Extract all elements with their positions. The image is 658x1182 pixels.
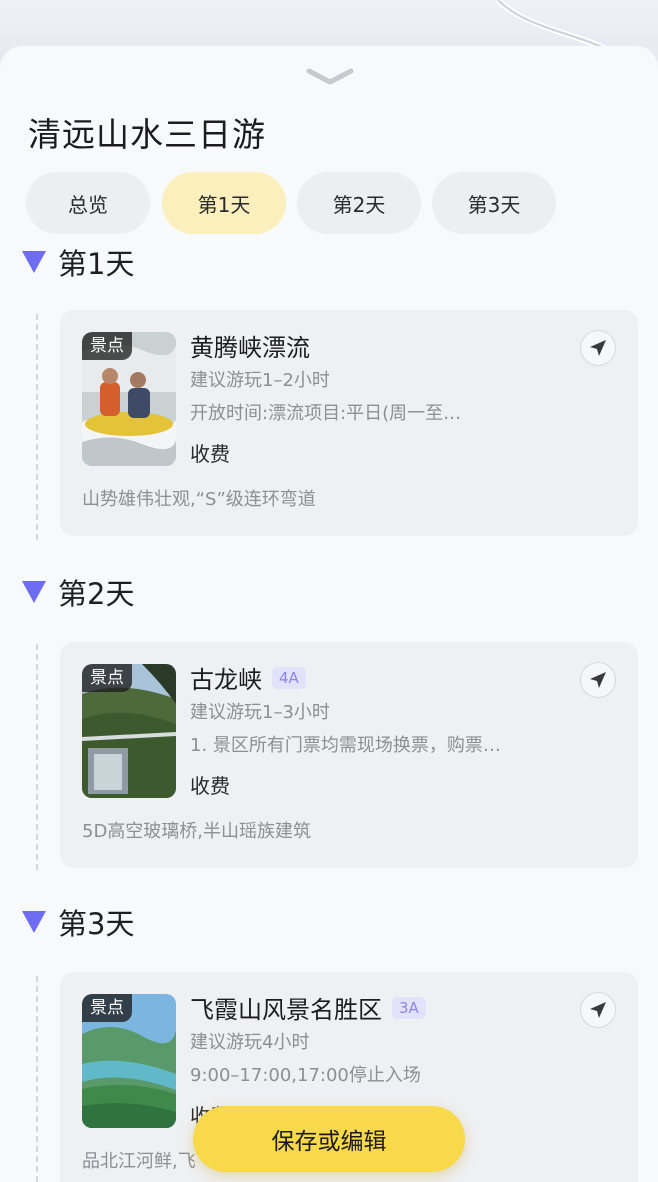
triangle-down-icon	[22, 911, 46, 933]
navigate-icon	[590, 672, 606, 688]
suggested-duration: 建议游玩1–3小时	[190, 702, 330, 723]
navigate-button[interactable]	[580, 330, 616, 366]
navigate-icon	[590, 1002, 606, 1018]
spot-type-badge: 景点	[82, 994, 132, 1022]
scenic-level-badge: 4A	[272, 666, 306, 689]
spot-type-badge: 景点	[82, 664, 132, 692]
navigate-button[interactable]	[580, 662, 616, 698]
spot-name[interactable]: 飞霞山风景名胜区 3A	[190, 990, 426, 1025]
spot-description: 山势雄伟壮观,“S”级连环弯道	[82, 489, 316, 510]
spot-card[interactable]: 景点 黄腾峡漂流 建议游玩1–2小时 开放时间:漂流项目:平日(周一至… 收费 …	[60, 310, 638, 536]
day-label: 第3天	[58, 907, 135, 941]
spot-name-text: 黄腾峡漂流	[190, 334, 310, 362]
day-label: 第1天	[58, 247, 135, 281]
spot-photo: 景点	[82, 664, 176, 798]
day-label: 第2天	[58, 577, 135, 611]
triangle-down-icon	[22, 581, 46, 603]
opening-hours: 9:00–17:00,17:00停止入场	[190, 1065, 421, 1086]
spot-description: 品北江河鲜,飞	[82, 1151, 196, 1172]
spot-type-badge: 景点	[82, 332, 132, 360]
opening-hours: 1. 景区所有门票均需现场换票，购票后…	[190, 735, 510, 756]
spot-photo: 景点	[82, 994, 176, 1128]
triangle-down-icon	[22, 251, 46, 273]
timeline-line	[36, 976, 38, 1182]
suggested-duration: 建议游玩1–2小时	[190, 370, 330, 391]
fee-status: 收费	[190, 442, 230, 466]
day-header-1: 第1天	[22, 242, 134, 282]
timeline-line	[36, 314, 38, 540]
save-or-edit-button[interactable]: 保存或编辑	[193, 1106, 465, 1172]
navigate-button[interactable]	[580, 992, 616, 1028]
tab-day-1[interactable]: 第1天	[162, 172, 286, 234]
tab-overview[interactable]: 总览	[26, 172, 150, 234]
scenic-level-badge: 3A	[392, 996, 426, 1019]
trip-title: 清远山水三日游	[28, 115, 266, 154]
opening-hours: 开放时间:漂流项目:平日(周一至…	[190, 403, 462, 424]
tab-day-2[interactable]: 第2天	[297, 172, 421, 234]
spot-name-text: 古龙峡	[190, 666, 262, 694]
chevron-down-icon	[306, 68, 354, 85]
collapse-handle[interactable]	[305, 66, 355, 88]
suggested-duration: 建议游玩4小时	[190, 1032, 310, 1053]
spot-photo: 景点	[82, 332, 176, 466]
spot-name[interactable]: 黄腾峡漂流	[190, 328, 310, 363]
fee-status: 收费	[190, 774, 230, 798]
spot-name-text: 飞霞山风景名胜区	[190, 996, 382, 1024]
day-header-3: 第3天	[22, 902, 134, 942]
itinerary-sheet: 清远山水三日游 总览 第1天 第2天 第3天 第1天 景点 黄腾峡漂流 建议游玩…	[0, 46, 658, 1182]
spot-description: 5D高空玻璃桥,半山瑶族建筑	[82, 821, 312, 842]
timeline-line	[36, 644, 38, 870]
spot-name[interactable]: 古龙峡 4A	[190, 660, 306, 695]
navigate-icon	[590, 340, 606, 356]
day-header-2: 第2天	[22, 572, 134, 612]
tab-day-3[interactable]: 第3天	[432, 172, 556, 234]
spot-card[interactable]: 景点 古龙峡 4A 建议游玩1–3小时 1. 景区所有门票均需现场换票，购票后……	[60, 642, 638, 868]
